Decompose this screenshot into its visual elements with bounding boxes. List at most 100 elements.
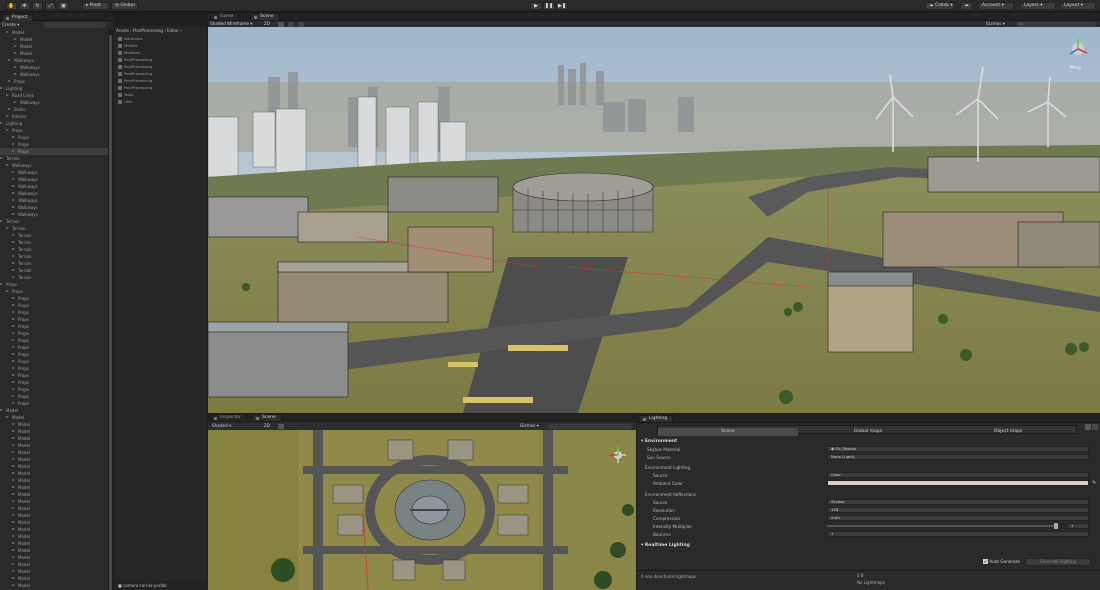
project-item[interactable]: PostProcessing xyxy=(118,78,152,84)
expand-arrow-icon[interactable] xyxy=(6,290,9,292)
hierarchy-row[interactable]: Props xyxy=(0,351,108,358)
hierarchy-row[interactable]: Model xyxy=(0,561,108,568)
hierarchy-row[interactable]: Lighting xyxy=(0,120,108,127)
expand-arrow-icon[interactable] xyxy=(12,528,15,530)
hierarchy-row[interactable]: Model xyxy=(0,547,108,554)
expand-arrow-icon[interactable] xyxy=(8,80,11,82)
eyedropper-icon[interactable]: ✎ xyxy=(1092,480,1096,486)
hierarchy-row[interactable]: Props xyxy=(0,295,108,302)
expand-arrow-icon[interactable] xyxy=(6,227,9,229)
hierarchy-scrollbar[interactable] xyxy=(108,29,113,590)
hierarchy-row[interactable]: Props xyxy=(0,281,108,288)
hierarchy-row[interactable]: Interior xyxy=(0,113,108,120)
expand-arrow-icon[interactable] xyxy=(12,255,15,257)
expand-arrow-icon[interactable] xyxy=(12,185,15,187)
hierarchy-row[interactable]: Props xyxy=(0,344,108,351)
expand-arrow-icon[interactable] xyxy=(6,31,9,33)
hierarchy-row[interactable]: Terrain xyxy=(0,232,108,239)
hierarchy-row[interactable]: Model xyxy=(0,540,108,547)
expand-arrow-icon[interactable] xyxy=(12,311,15,313)
rotate-tool-icon[interactable]: ↻ xyxy=(32,2,43,10)
hierarchy-row[interactable]: Model xyxy=(0,505,108,512)
cloud-icon[interactable]: ☁ xyxy=(960,2,973,10)
hierarchy-row[interactable]: Model xyxy=(0,435,108,442)
hierarchy-row[interactable]: Model xyxy=(0,568,108,575)
expand-arrow-icon[interactable] xyxy=(12,143,15,145)
expand-arrow-icon[interactable] xyxy=(12,430,15,432)
hierarchy-row[interactable]: Props xyxy=(0,316,108,323)
hierarchy-row[interactable]: Props xyxy=(0,400,108,407)
hierarchy-row[interactable]: Model xyxy=(0,484,108,491)
hierarchy-row[interactable]: Model xyxy=(0,463,108,470)
hierarchy-row[interactable]: Model xyxy=(0,449,108,456)
lighting-menu-icon[interactable] xyxy=(1092,424,1098,430)
expand-arrow-icon[interactable] xyxy=(12,248,15,250)
tab-game[interactable]: Game xyxy=(210,13,240,20)
resolution-dropdown[interactable]: 128 xyxy=(827,507,1089,513)
hierarchy-row[interactable]: Model xyxy=(0,50,108,57)
hierarchy-row[interactable]: Static xyxy=(0,106,108,113)
hierarchy-row[interactable]: Walkways xyxy=(0,99,108,106)
tab-scene[interactable]: Scene xyxy=(250,13,280,20)
hierarchy-row[interactable]: Walkways xyxy=(0,176,108,183)
collab-button[interactable]: ☁ Collab ▾ xyxy=(925,2,955,10)
auto-generate-checkbox[interactable]: ✔ xyxy=(983,559,988,564)
hierarchy-row[interactable]: Model xyxy=(0,407,108,414)
expand-arrow-icon[interactable] xyxy=(12,353,15,355)
expand-arrow-icon[interactable] xyxy=(12,178,15,180)
hierarchy-row[interactable]: Props xyxy=(0,78,108,85)
hierarchy-row[interactable]: Walkways xyxy=(0,183,108,190)
intensity-slider-handle[interactable] xyxy=(1054,523,1058,529)
expand-arrow-icon[interactable] xyxy=(14,66,17,68)
expand-arrow-icon[interactable] xyxy=(6,164,9,166)
intensity-slider[interactable] xyxy=(827,523,1058,529)
tab-inspector[interactable]: Inspector xyxy=(210,414,247,421)
hierarchy-row[interactable]: Terrain xyxy=(0,267,108,274)
hierarchy-row[interactable]: Model xyxy=(0,414,108,421)
project-item[interactable]: PostProcessing xyxy=(118,64,152,70)
expand-arrow-icon[interactable] xyxy=(12,234,15,236)
hierarchy-row[interactable]: Model xyxy=(0,582,108,589)
hierarchy-row[interactable]: Props xyxy=(0,330,108,337)
expand-arrow-icon[interactable] xyxy=(12,276,15,278)
hierarchy-row[interactable]: Walkways xyxy=(0,64,108,71)
auto-generate-toggle[interactable]: ✔ Auto Generate xyxy=(983,559,1020,564)
hierarchy-row[interactable]: Terrain xyxy=(0,253,108,260)
hierarchy-row[interactable]: Props xyxy=(0,288,108,295)
persp-label[interactable]: Persp xyxy=(1070,65,1081,70)
tab-bottom-scene[interactable]: Scene xyxy=(252,414,282,421)
hierarchy-row[interactable]: Model xyxy=(0,519,108,526)
expand-arrow-icon[interactable] xyxy=(12,577,15,579)
play-button[interactable]: ▶ xyxy=(530,2,542,10)
expand-arrow-icon[interactable] xyxy=(12,206,15,208)
intensity-input[interactable]: 1 xyxy=(1067,523,1089,529)
lighting-settings-icon[interactable] xyxy=(1085,424,1091,430)
project-item[interactable]: Tools xyxy=(118,92,133,98)
hierarchy-row[interactable]: Props xyxy=(0,379,108,386)
expand-arrow-icon[interactable] xyxy=(12,339,15,341)
expand-arrow-icon[interactable] xyxy=(12,304,15,306)
hierarchy-row[interactable]: Walkways xyxy=(0,190,108,197)
expand-arrow-icon[interactable] xyxy=(12,388,15,390)
account-dropdown[interactable]: Account ▾ xyxy=(978,2,1014,10)
hierarchy-row[interactable]: Model xyxy=(0,477,108,484)
move-tool-icon[interactable]: ✥ xyxy=(19,2,30,10)
skybox-field[interactable]: ◉ Fill_Skybox xyxy=(827,446,1089,452)
project-item[interactable]: PostProcessing xyxy=(118,71,152,77)
hierarchy-row[interactable]: Props xyxy=(0,127,108,134)
hierarchy-row[interactable]: Walkways xyxy=(0,211,108,218)
expand-arrow-icon[interactable] xyxy=(12,332,15,334)
hierarchy-row[interactable]: Terrain xyxy=(0,225,108,232)
refl-source-dropdown[interactable]: Skybox xyxy=(827,499,1089,505)
bounces-input[interactable]: 1 xyxy=(827,531,1089,537)
hierarchy-row[interactable]: Terrain xyxy=(0,246,108,253)
expand-arrow-icon[interactable] xyxy=(12,486,15,488)
create-dropdown[interactable]: Create ▾ xyxy=(2,22,42,28)
expand-arrow-icon[interactable] xyxy=(12,262,15,264)
expand-arrow-icon[interactable] xyxy=(12,192,15,194)
expand-arrow-icon[interactable] xyxy=(6,115,9,117)
compression-dropdown[interactable]: Auto xyxy=(827,515,1089,521)
hierarchy-row[interactable]: Props xyxy=(0,134,108,141)
expand-arrow-icon[interactable] xyxy=(12,549,15,551)
hierarchy-row[interactable]: Model xyxy=(0,470,108,477)
